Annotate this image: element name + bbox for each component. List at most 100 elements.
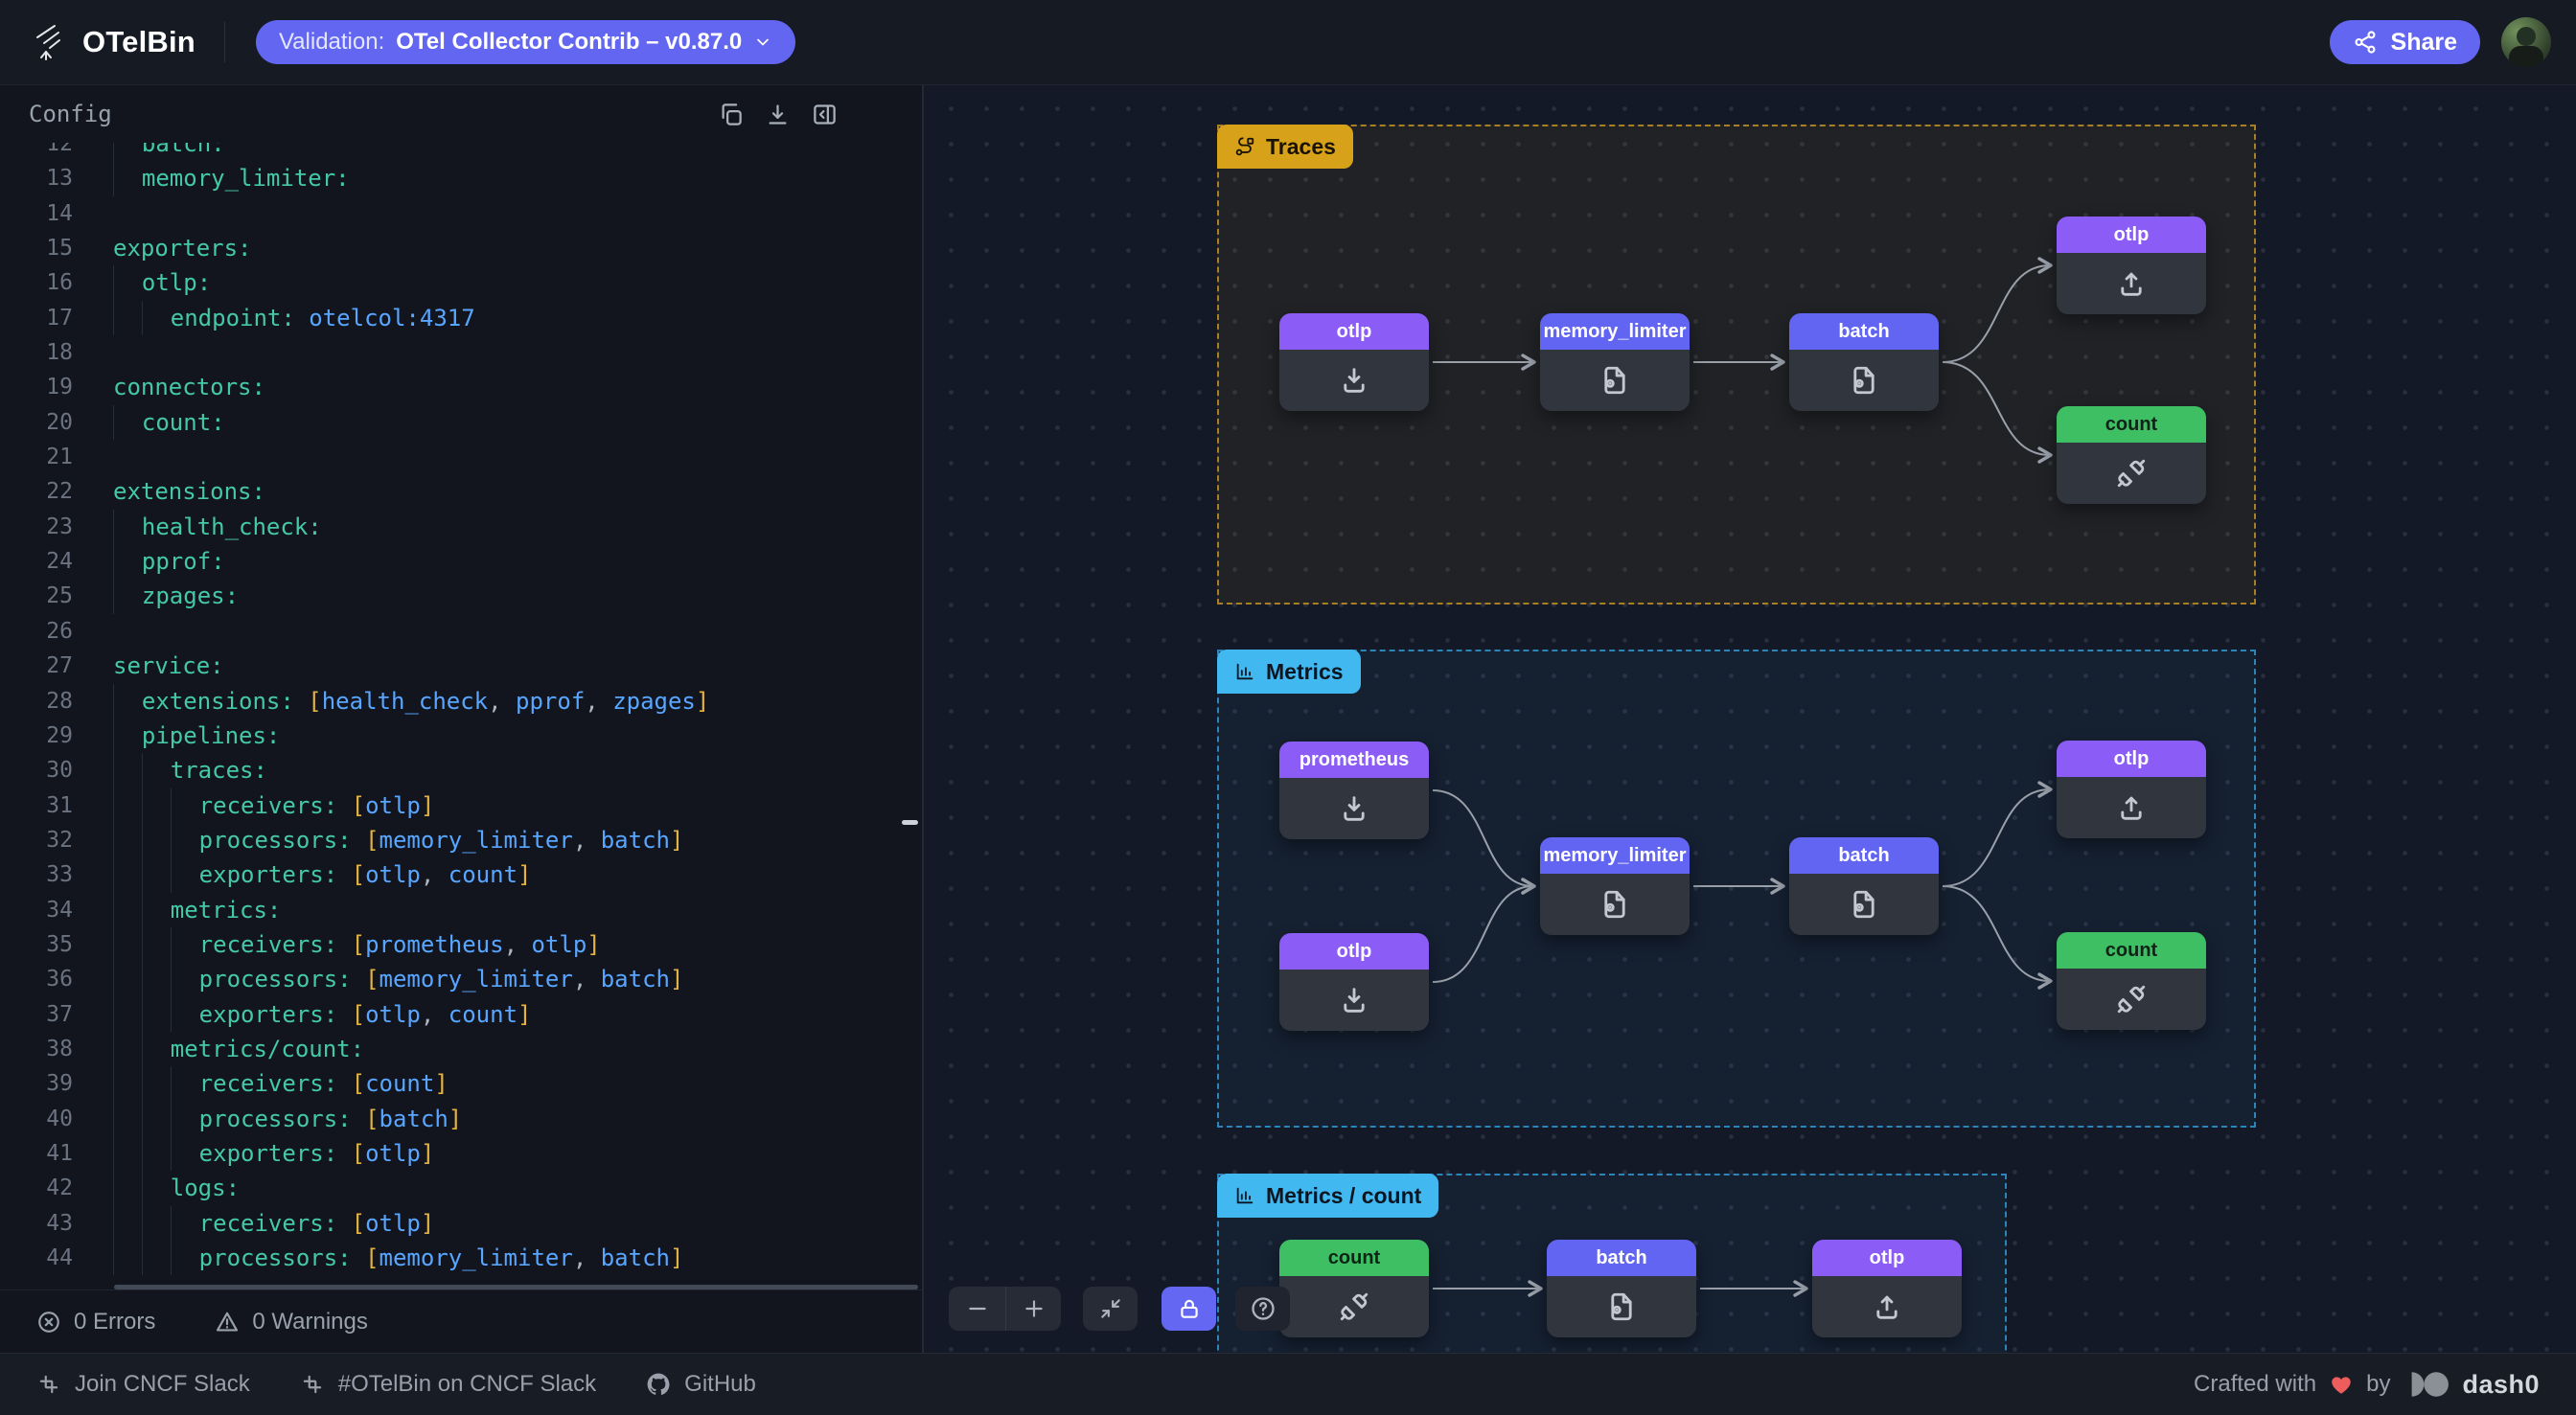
code-line: 36processors: [memory_limiter, batch] (0, 962, 922, 996)
pipeline-visualization-canvas[interactable]: Tracesotlpmemory_limiterbatchotlpcountMe… (924, 85, 2576, 1353)
code-line: 22extensions: (0, 474, 922, 509)
share-button[interactable]: Share (2330, 20, 2480, 64)
fit-view-button[interactable] (1083, 1287, 1138, 1331)
download-tray-icon (1279, 350, 1429, 411)
connector-node-count[interactable]: count (2057, 932, 2206, 1030)
pipeline-badge-label: Metrics (1266, 659, 1344, 685)
node-label: otlp (2057, 217, 2206, 253)
pipeline-badge-traces[interactable]: Traces (1217, 125, 1353, 169)
line-number: 37 (0, 997, 73, 1032)
validation-dropdown[interactable]: Validation: OTel Collector Contrib – v0.… (256, 20, 795, 64)
processor-node-memory_limiter[interactable]: memory_limiter (1540, 837, 1690, 935)
file-process-icon (1540, 874, 1690, 935)
validation-value: OTel Collector Contrib – v0.87.0 (396, 29, 742, 56)
line-number: 26 (0, 614, 73, 649)
node-label: count (1279, 1240, 1429, 1276)
exporter-node-otlp[interactable]: otlp (2057, 741, 2206, 838)
line-number: 39 (0, 1066, 73, 1101)
header-divider (224, 22, 225, 62)
zoom-in-button[interactable] (1005, 1287, 1061, 1331)
processor-node-memory_limiter[interactable]: memory_limiter (1540, 313, 1690, 411)
processor-node-batch[interactable]: batch (1789, 837, 1939, 935)
code-line: 30traces: (0, 753, 922, 787)
download-config-button[interactable] (765, 102, 791, 127)
editor-horizontal-scrollbar[interactable] (114, 1285, 918, 1289)
code-line: 35receivers: [prometheus, otlp] (0, 927, 922, 962)
connector-node-count[interactable]: count (1279, 1240, 1429, 1337)
upload-tray-icon (2057, 777, 2206, 838)
slack-icon (300, 1372, 325, 1397)
line-number: 42 (0, 1171, 73, 1205)
code-line: 40processors: [batch] (0, 1102, 922, 1136)
brand[interactable]: OTelBin (25, 21, 196, 63)
node-label: batch (1547, 1240, 1696, 1276)
exporter-node-otlp[interactable]: otlp (2057, 217, 2206, 314)
dash0-brand[interactable]: dash0 (2462, 1370, 2540, 1400)
node-label: otlp (1279, 933, 1429, 970)
receiver-node-prometheus[interactable]: prometheus (1279, 742, 1429, 839)
footer-link-label: Join CNCF Slack (75, 1371, 250, 1398)
node-label: count (2057, 406, 2206, 443)
line-number: 43 (0, 1206, 73, 1241)
processor-node-batch[interactable]: batch (1547, 1240, 1696, 1337)
receiver-node-otlp[interactable]: otlp (1279, 933, 1429, 1031)
share-label: Share (2391, 29, 2457, 57)
page-footer: Join CNCF Slack #OTelBin on CNCF Slack Git… (0, 1353, 2576, 1415)
pipeline-badge-metrics[interactable]: Metrics (1217, 650, 1361, 694)
lock-button[interactable] (1162, 1287, 1216, 1331)
editor-vertical-scrollbar[interactable] (902, 820, 918, 825)
line-number: 34 (0, 893, 73, 927)
node-label: prometheus (1279, 742, 1429, 778)
line-number: 15 (0, 231, 73, 265)
file-process-icon (1789, 350, 1939, 411)
line-number: 38 (0, 1032, 73, 1066)
code-line: 13memory_limiter: (0, 161, 922, 195)
brand-name: OTelBin (82, 25, 196, 59)
code-line: 39receivers: [count] (0, 1066, 922, 1101)
download-tray-icon (1279, 970, 1429, 1031)
pipeline-badge-label: Traces (1266, 134, 1336, 160)
code-line: 14 (0, 196, 922, 231)
code-line: 37exporters: [otlp, count] (0, 997, 922, 1032)
footer-link-join-cncf-slack[interactable]: Join CNCF Slack (36, 1371, 250, 1398)
pipeline-group-metrics[interactable]: Metrics (1217, 650, 2256, 1128)
connector-node-count[interactable]: count (2057, 406, 2206, 504)
otelbin-logo-icon (25, 21, 67, 63)
warnings-count: 0 Warnings (252, 1309, 368, 1335)
warnings-status[interactable]: 0 Warnings (215, 1309, 368, 1335)
line-number: 19 (0, 370, 73, 404)
code-line: 24pprof: (0, 544, 922, 579)
node-label: count (2057, 932, 2206, 969)
collapse-panel-button[interactable] (812, 102, 838, 127)
dash0-logo-icon[interactable] (2403, 1370, 2450, 1399)
node-label: batch (1789, 837, 1939, 874)
footer-link-label: #OTelBin on CNCF Slack (338, 1371, 596, 1398)
node-label: otlp (1812, 1240, 1962, 1276)
code-line: 28extensions: [health_check, pprof, zpag… (0, 684, 922, 719)
line-number: 13 (0, 161, 73, 195)
line-number: 27 (0, 649, 73, 683)
top-header: OTelBin Validation: OTel Collector Contr… (0, 0, 2576, 85)
receiver-node-otlp[interactable]: otlp (1279, 313, 1429, 411)
code-line: 25zpages: (0, 579, 922, 613)
exporter-node-otlp[interactable]: otlp (1812, 1240, 1962, 1337)
otelbin-app: OTelBin Validation: OTel Collector Contr… (0, 0, 2576, 1415)
code-line: 33exporters: [otlp, count] (0, 857, 922, 892)
user-avatar[interactable] (2501, 17, 2551, 67)
share-icon (2353, 30, 2378, 55)
errors-status[interactable]: 0 Errors (36, 1309, 155, 1335)
help-button[interactable] (1235, 1287, 1290, 1331)
copy-config-button[interactable] (718, 102, 744, 127)
yaml-code-editor[interactable]: 12batch:13memory_limiter:1415exporters:1… (0, 143, 922, 1289)
zoom-out-button[interactable] (949, 1287, 1005, 1331)
processor-node-batch[interactable]: batch (1789, 313, 1939, 411)
code-line: 20count: (0, 405, 922, 440)
footer-link--otelbin-on-cncf-slack[interactable]: #OTelBin on CNCF Slack (300, 1371, 596, 1398)
code-line: 18 (0, 335, 922, 370)
validation-status-bar: 0 Errors 0 Warnings (0, 1289, 922, 1353)
chevron-down-icon (753, 33, 772, 52)
pipeline-badge-metrics-count[interactable]: Metrics / count (1217, 1174, 1438, 1218)
line-number: 12 (0, 143, 73, 161)
footer-link-github[interactable]: GitHub (646, 1371, 756, 1398)
file-process-icon (1789, 874, 1939, 935)
